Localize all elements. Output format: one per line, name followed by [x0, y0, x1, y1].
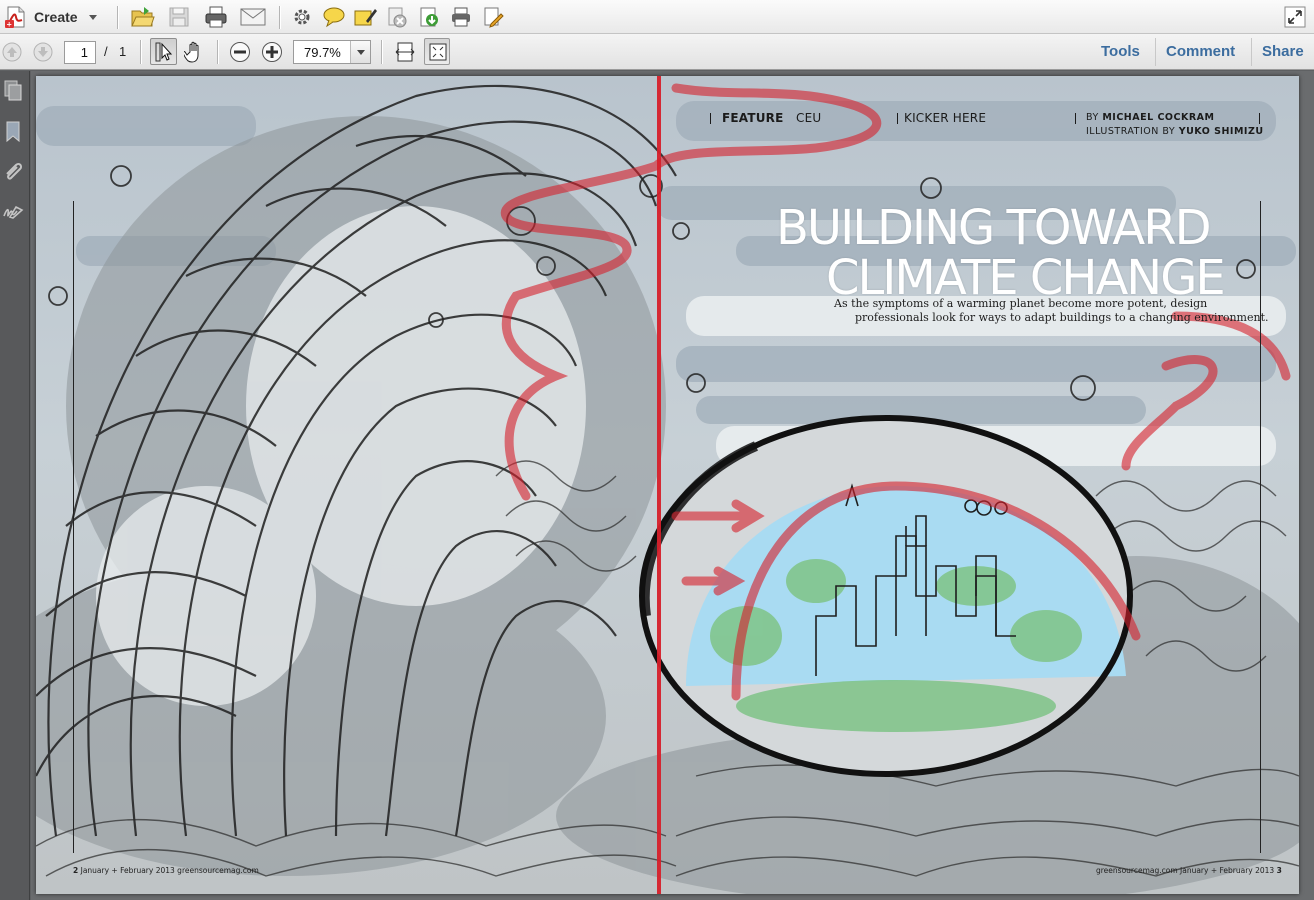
comment-icon[interactable] [322, 6, 346, 28]
expand-icon[interactable] [1284, 6, 1306, 28]
page-thumbnails-icon[interactable] [3, 80, 23, 102]
left-navigation-pane [0, 71, 30, 900]
create-pdf-icon: + [5, 6, 25, 29]
ceu-label: CEU [796, 111, 822, 125]
bookmarks-icon[interactable] [5, 121, 21, 143]
fit-page-icon [429, 43, 447, 61]
zoom-in-icon[interactable] [261, 41, 283, 63]
chevron-down-icon [89, 15, 97, 20]
folio-left: 2 January + February 2013 greensourcemag… [73, 866, 259, 875]
headline-line-2: CLIMATE CHANGE [826, 250, 1226, 306]
attachments-icon[interactable] [3, 161, 23, 183]
gear-icon[interactable] [292, 7, 312, 27]
illustration-prefix: ILLUSTRATION BY [1086, 126, 1176, 137]
page-number-input[interactable] [64, 41, 96, 64]
section-label: FEATURE [722, 111, 784, 125]
zoom-value: 79.7% [304, 45, 341, 60]
wave-illustration [36, 76, 1299, 894]
share-pane-link[interactable]: Share [1262, 43, 1304, 60]
create-label: Create [34, 9, 78, 25]
illustration-credit: ILLUSTRATION BY YUKO SHIMIZU [1086, 126, 1264, 137]
folio-left-text: January + February 2013 greensourcemag.c… [80, 866, 259, 875]
byline: BY MICHAEL COCKRAM [1086, 112, 1214, 123]
open-folder-icon[interactable] [130, 5, 156, 29]
signatures-icon[interactable] [2, 204, 24, 222]
save-icon[interactable] [168, 6, 190, 28]
cursor-arrow-icon [155, 42, 173, 62]
folio-right-number: 3 [1276, 866, 1282, 875]
print-alt-icon[interactable] [450, 6, 472, 28]
tools-pane-link[interactable]: Tools [1101, 43, 1140, 60]
previous-page-icon[interactable] [1, 41, 23, 63]
comment-pane-link[interactable]: Comment [1166, 43, 1235, 60]
fit-width-icon[interactable] [394, 41, 416, 63]
select-tool-button[interactable] [150, 38, 177, 65]
kicker-label: KICKER HERE [904, 111, 987, 125]
chevron-down-icon[interactable] [350, 41, 370, 63]
folio-right-text: greensourcemag.com January + February 20… [1096, 866, 1275, 875]
zoom-out-icon[interactable] [229, 41, 251, 63]
email-icon[interactable] [240, 7, 266, 27]
deck-line-2: professionals look for ways to adapt bui… [855, 311, 1269, 324]
total-pages: 1 [119, 44, 127, 59]
fit-page-button[interactable] [424, 38, 450, 65]
export-icon[interactable] [418, 6, 440, 28]
edit-pdf-icon[interactable] [482, 6, 504, 28]
pdf-page-spread[interactable]: FEATURE CEU KICKER HERE BY MICHAEL COCKR… [36, 76, 1299, 894]
folio-right: greensourcemag.com January + February 20… [1096, 866, 1282, 875]
byline-prefix: BY [1086, 112, 1099, 123]
attach-icon[interactable] [386, 6, 408, 28]
create-button[interactable]: + Create [2, 2, 102, 32]
highlight-icon[interactable] [354, 6, 378, 28]
headline-line-1: BUILDING TOWARD [776, 200, 1212, 256]
svg-text:+: + [6, 21, 12, 29]
next-page-icon[interactable] [32, 41, 54, 63]
hand-tool-icon[interactable] [184, 40, 206, 64]
illustrator-name: YUKO SHIMIZU [1178, 126, 1264, 137]
zoom-select[interactable]: 79.7% [293, 40, 371, 64]
page-separator: / [104, 44, 108, 59]
deck-line-1: As the symptoms of a warming planet beco… [834, 297, 1208, 310]
folio-left-number: 2 [73, 866, 79, 875]
print-icon[interactable] [204, 5, 228, 29]
author-name: MICHAEL COCKRAM [1102, 112, 1215, 123]
main-toolbar: + Create [0, 0, 1314, 34]
